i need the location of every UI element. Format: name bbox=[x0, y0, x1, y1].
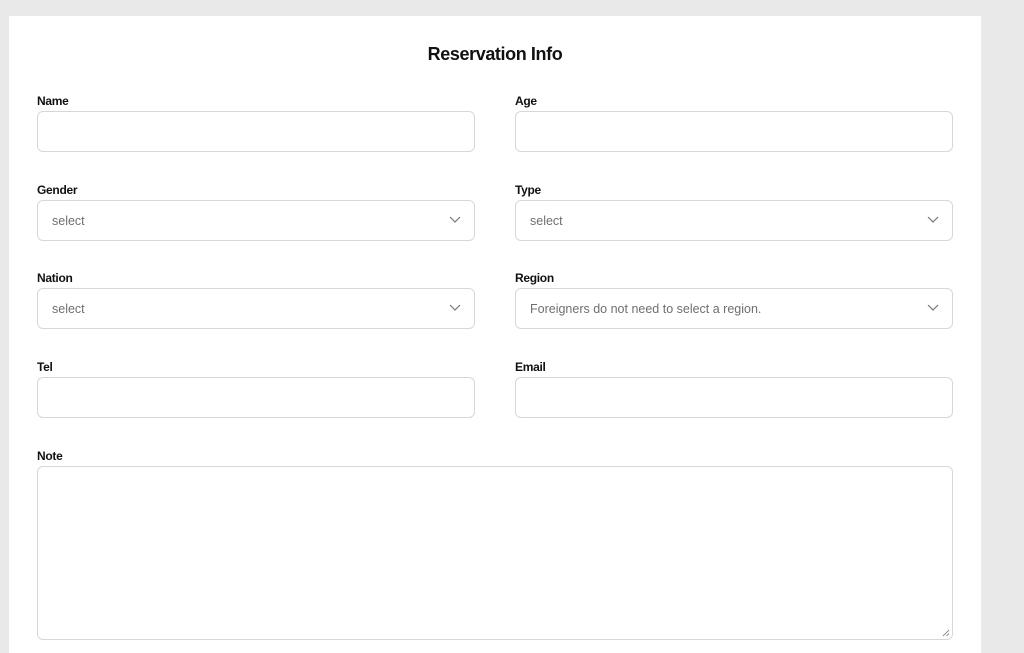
region-select[interactable]: Foreigners do not need to select a regio… bbox=[515, 288, 953, 329]
age-input[interactable] bbox=[515, 111, 953, 152]
tel-label: Tel bbox=[37, 360, 53, 374]
chevron-down-icon bbox=[927, 216, 939, 223]
gender-select[interactable]: select bbox=[37, 200, 475, 241]
form-title: Reservation Info bbox=[427, 44, 563, 64]
region-select-value: Foreigners do not need to select a regio… bbox=[530, 302, 762, 316]
note-label: Note bbox=[37, 449, 63, 463]
nation-label: Nation bbox=[37, 271, 73, 285]
chevron-down-icon bbox=[449, 304, 461, 311]
gender-select-value: select bbox=[52, 214, 85, 228]
note-textarea[interactable] bbox=[37, 466, 953, 640]
reservation-form-panel: Reservation Info Name Age Gender select … bbox=[9, 16, 981, 653]
chevron-down-icon bbox=[927, 304, 939, 311]
resize-grip-icon[interactable] bbox=[942, 629, 950, 637]
nation-select[interactable]: select bbox=[37, 288, 475, 329]
age-label: Age bbox=[515, 94, 537, 108]
email-input[interactable] bbox=[515, 377, 953, 418]
gender-label: Gender bbox=[37, 183, 78, 197]
name-label: Name bbox=[37, 94, 69, 108]
tel-input[interactable] bbox=[37, 377, 475, 418]
email-label: Email bbox=[515, 360, 546, 374]
chevron-down-icon bbox=[449, 216, 461, 223]
region-label: Region bbox=[515, 271, 554, 285]
nation-select-value: select bbox=[52, 302, 85, 316]
type-select[interactable]: select bbox=[515, 200, 953, 241]
type-label: Type bbox=[515, 183, 541, 197]
name-input[interactable] bbox=[37, 111, 475, 152]
type-select-value: select bbox=[530, 214, 563, 228]
